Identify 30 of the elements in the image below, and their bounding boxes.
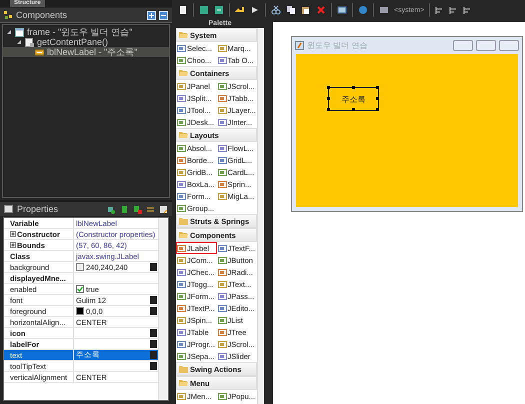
expand-icon[interactable] [10,242,16,248]
scrollbar[interactable] [257,28,264,404]
panel-title: Components [16,10,68,20]
checked-checkbox[interactable] [76,285,84,293]
label-icon [35,48,44,56]
delete-icon[interactable] [316,5,326,15]
panel-title: Properties [17,204,60,214]
tree-item[interactable]: getContentPane() [37,37,108,47]
collapse-all-icon[interactable] [159,10,168,20]
align-left-icon[interactable] [435,6,444,14]
paste-icon[interactable] [301,5,311,15]
scrollbar[interactable] [158,218,168,400]
align-center-icon[interactable] [449,6,458,14]
panel-icon [25,38,34,46]
component-icon [218,392,226,400]
frame-window[interactable]: 윈도우 빌더 연습 주소록 [291,36,523,212]
expand-all-icon[interactable] [147,10,156,20]
expanded-arrow-icon[interactable] [6,29,12,35]
components-icon [4,10,13,20]
copy-icon[interactable] [286,5,296,15]
expanded-arrow-icon[interactable] [16,39,22,45]
java-icon [295,41,304,50]
cut-icon[interactable] [271,5,281,15]
align-right-icon[interactable] [463,6,472,14]
tree-item[interactable]: frame - "윈도우 빌더 연습" [27,26,132,38]
window-title: 윈도우 빌더 연습 [307,40,368,51]
label-component[interactable]: 주소록 [328,87,379,111]
content-pane[interactable]: 주소록 [296,54,518,207]
expand-icon[interactable] [10,231,16,237]
page-icon[interactable] [178,5,188,15]
